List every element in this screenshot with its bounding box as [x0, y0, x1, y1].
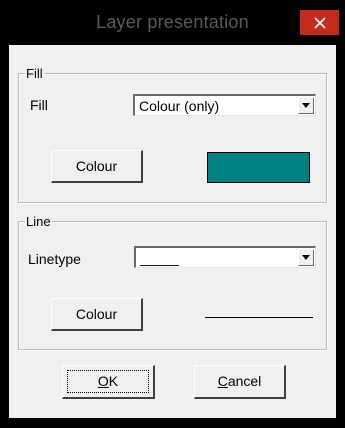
linetype-value: _____: [140, 250, 179, 266]
fill-group-legend: Fill: [25, 66, 44, 81]
linetype-select[interactable]: _____: [134, 246, 316, 268]
fill-colour-button-label: Colour: [75, 158, 118, 174]
cancel-label-rest: ancel: [227, 373, 262, 389]
ok-button[interactable]: OK: [62, 365, 155, 399]
dialog-window: Layer presentation Fill Fill Colour (onl…: [0, 0, 345, 428]
fill-colour-button[interactable]: Colour: [51, 150, 143, 183]
fill-colour-swatch: [207, 152, 310, 183]
fill-type-dropdown-button[interactable]: [298, 97, 314, 114]
fill-group: Fill Fill Colour (only) Colour: [18, 66, 327, 203]
fill-type-select[interactable]: Colour (only): [133, 94, 316, 116]
dialog-client-area: Fill Fill Colour (only) Colour Line Line…: [9, 45, 336, 418]
ok-focus-rect: [67, 370, 149, 393]
title-bar[interactable]: Layer presentation: [0, 0, 345, 43]
cancel-accel-key: C: [217, 373, 228, 389]
cancel-button-label: Cancel: [218, 366, 262, 397]
close-button[interactable]: [300, 10, 339, 35]
line-colour-button[interactable]: Colour: [51, 298, 143, 331]
linetype-dropdown-button[interactable]: [298, 249, 314, 266]
line-group-legend: Line: [25, 214, 52, 229]
fill-type-value: Colour (only): [139, 98, 220, 114]
cancel-button[interactable]: Cancel: [194, 365, 286, 399]
line-colour-button-label: Colour: [75, 306, 118, 322]
chevron-down-icon: [302, 255, 310, 260]
fill-label: Fill: [30, 97, 48, 113]
linetype-label: Linetype: [28, 251, 81, 267]
chevron-down-icon: [302, 103, 310, 108]
line-sample: [205, 317, 313, 318]
close-icon: [313, 16, 326, 29]
line-group: Line Linetype _____ Colour: [18, 214, 327, 350]
window-title: Layer presentation: [96, 12, 249, 32]
